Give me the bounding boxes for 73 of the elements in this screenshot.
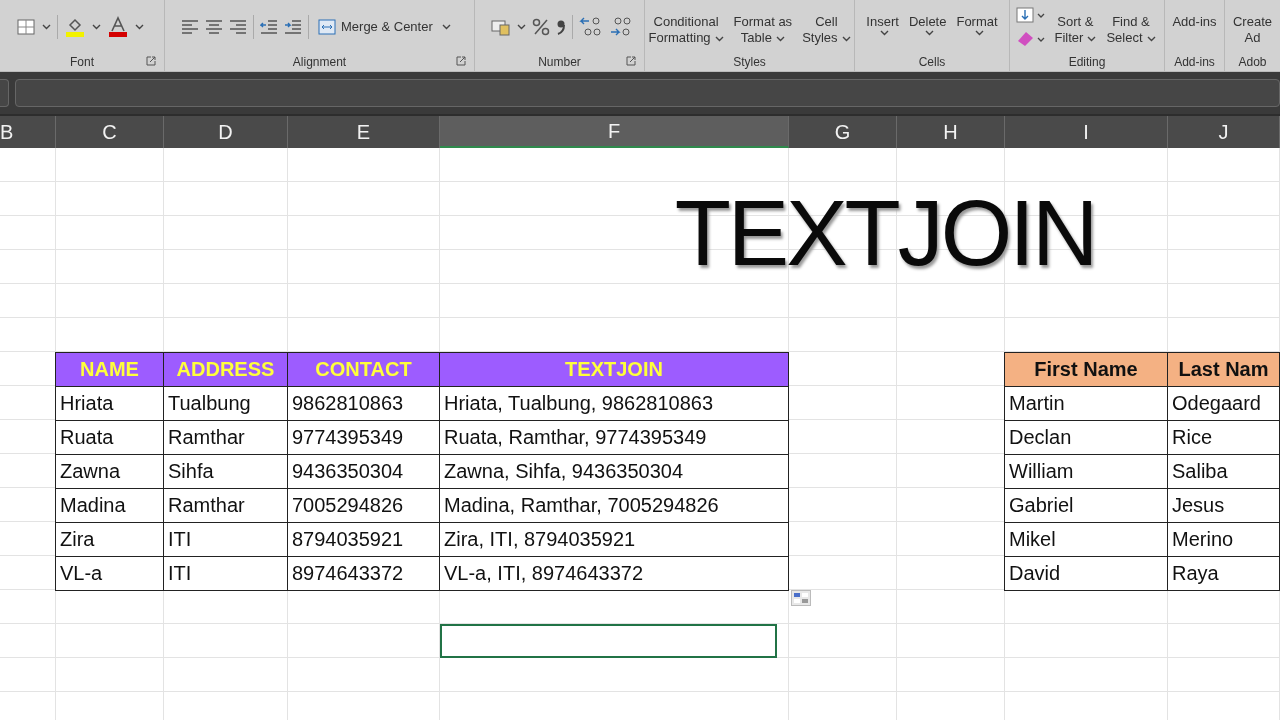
table-cell: Declan	[1004, 420, 1168, 455]
table-cell: Zira	[55, 522, 164, 557]
caret-icon[interactable]	[42, 23, 51, 30]
group-label: Styles	[733, 55, 766, 70]
increase-indent-icon[interactable]	[284, 19, 302, 34]
table-cell: Hriata	[55, 386, 164, 421]
table-cell: Rice	[1167, 420, 1280, 455]
font-color-icon[interactable]	[107, 15, 129, 38]
group-label: Add-ins	[1174, 55, 1215, 70]
column-heading: First Name	[1004, 352, 1168, 387]
column-heading: Last Nam	[1167, 352, 1280, 387]
percent-icon[interactable]	[532, 17, 550, 36]
table-cell: VL-a	[55, 556, 164, 591]
align-icon[interactable]	[205, 19, 223, 34]
group-label: Editing	[1068, 55, 1106, 70]
increase-decimal-icon[interactable]	[609, 15, 633, 38]
ribbon-button[interactable]: Delete	[906, 0, 949, 36]
column-heading: NAME	[55, 352, 164, 387]
accounting-format-icon[interactable]	[491, 17, 511, 36]
column-heading: ADDRESS	[163, 352, 288, 387]
table-cell: William	[1004, 454, 1168, 489]
table-cell: Saliba	[1167, 454, 1280, 489]
table-cell: Zira, ITI, 8794035921	[439, 522, 789, 557]
ribbon-button[interactable]: Find & Select	[1104, 0, 1158, 46]
sheet-title: TEXTJOIN	[673, 182, 1097, 284]
column-heading: TEXTJOIN	[439, 352, 789, 387]
align-icon[interactable]	[181, 19, 199, 34]
ribbon-button[interactable]: Create Ad	[1231, 0, 1274, 46]
group-label: Number	[538, 55, 581, 70]
table-cell: Merino	[1167, 522, 1280, 557]
ribbon-button[interactable]: Cell Styles	[800, 0, 853, 46]
borders-icon[interactable]	[16, 17, 36, 36]
ribbon-button[interactable]: Format	[954, 0, 1000, 36]
column-header[interactable]: F	[440, 116, 789, 148]
table-cell: Ruata	[55, 420, 164, 455]
ribbon-button[interactable]: Conditional Formatting	[646, 0, 726, 46]
table-cell: Gabriel	[1004, 488, 1168, 523]
decrease-indent-icon[interactable]	[260, 19, 278, 34]
table-cell: VL-a, ITI, 8974643372	[439, 556, 789, 591]
table-cell: Odegaard	[1167, 386, 1280, 421]
group-label: Alignment	[292, 55, 347, 70]
column-heading: CONTACT	[287, 352, 440, 387]
table-cell: Hriata, Tualbung, 9862810863	[439, 386, 789, 421]
ribbon-button[interactable]: Add-ins	[1170, 0, 1219, 30]
ribbon-button[interactable]: Insert	[864, 0, 901, 36]
group-label: Adob	[1238, 55, 1267, 70]
fill-down-icon[interactable]	[1016, 6, 1047, 23]
ribbon-button[interactable]: Sort & Filter	[1052, 0, 1099, 46]
table-cell: Raya	[1167, 556, 1280, 591]
merge-icon	[318, 18, 336, 35]
table-cell: Zawna, Sihfa, 9436350304	[439, 454, 789, 489]
table-cell: David	[1004, 556, 1168, 591]
merge-center-button[interactable]: Merge & Center	[315, 16, 454, 37]
dialog-launcher-icon[interactable]	[626, 56, 636, 67]
group-label: Cells	[918, 55, 946, 70]
caret-icon[interactable]	[135, 23, 144, 30]
table-cell: Jesus	[1167, 488, 1280, 523]
align-icon[interactable]	[229, 19, 247, 34]
decrease-decimal-icon[interactable]	[579, 15, 603, 38]
table-cell: Ruata, Ramthar, 9774395349	[439, 420, 789, 455]
table-cell: Zawna	[55, 454, 164, 489]
table-cell: Madina	[55, 488, 164, 523]
table-cell: Martin	[1004, 386, 1168, 421]
dialog-launcher-icon[interactable]	[456, 56, 466, 67]
quick-analysis-icon[interactable]	[791, 590, 811, 606]
caret-icon[interactable]	[92, 23, 101, 30]
caret-icon[interactable]	[517, 23, 526, 30]
table-cell: Madina, Ramthar, 7005294826	[439, 488, 789, 523]
ribbon-button[interactable]: Format as Table	[731, 0, 795, 46]
table-cell: Mikel	[1004, 522, 1168, 557]
active-cell[interactable]	[440, 624, 777, 658]
dialog-launcher-icon[interactable]	[146, 56, 156, 67]
group-label: Font	[70, 55, 94, 70]
